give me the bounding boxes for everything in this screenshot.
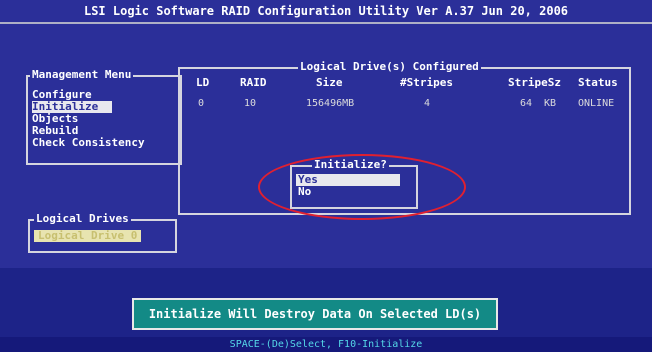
status-cell: ONLINE [578, 98, 615, 109]
logical-drives-title: Logical Drives [34, 212, 131, 226]
logical-drives-configured-title: Logical Drive(s) Configured [298, 60, 481, 74]
column-header-ld: LD [196, 76, 210, 89]
column-header-stripes: #Stripes [400, 76, 453, 89]
size-cell: 156496MB [306, 98, 355, 109]
ld-cell: 0 [198, 98, 205, 109]
window-title: LSI Logic Software RAID Configuration Ut… [0, 0, 652, 24]
logical-drives-panel: Logical Drives Logical Drive 0 [28, 212, 177, 253]
column-header-status: Status [578, 76, 618, 89]
stripes-cell: 4 [424, 98, 431, 109]
column-header-size: Size [316, 76, 343, 89]
column-header-stripe-size: StripeSz [508, 76, 561, 89]
stripe-size-cell: 64 [520, 98, 533, 109]
logical-drive-0[interactable]: Logical Drive 0 [34, 230, 142, 242]
warning-message-box: Initialize Will Destroy Data On Selected… [132, 298, 498, 330]
column-header-raid: RAID [240, 76, 267, 89]
menu-item-check-consistency[interactable]: Check Consistency [32, 137, 145, 149]
stripe-unit-cell: KB [544, 98, 557, 109]
raid-cell: 10 [244, 98, 257, 109]
key-hint: SPACE-(De)Select, F10-Initialize [229, 339, 423, 350]
warning-message: Initialize Will Destroy Data On Selected… [148, 307, 482, 321]
management-menu-title: Management Menu [30, 68, 134, 82]
management-menu: Management Menu Configure Initialize Obj… [26, 68, 182, 165]
annotation-ellipse [258, 154, 466, 220]
